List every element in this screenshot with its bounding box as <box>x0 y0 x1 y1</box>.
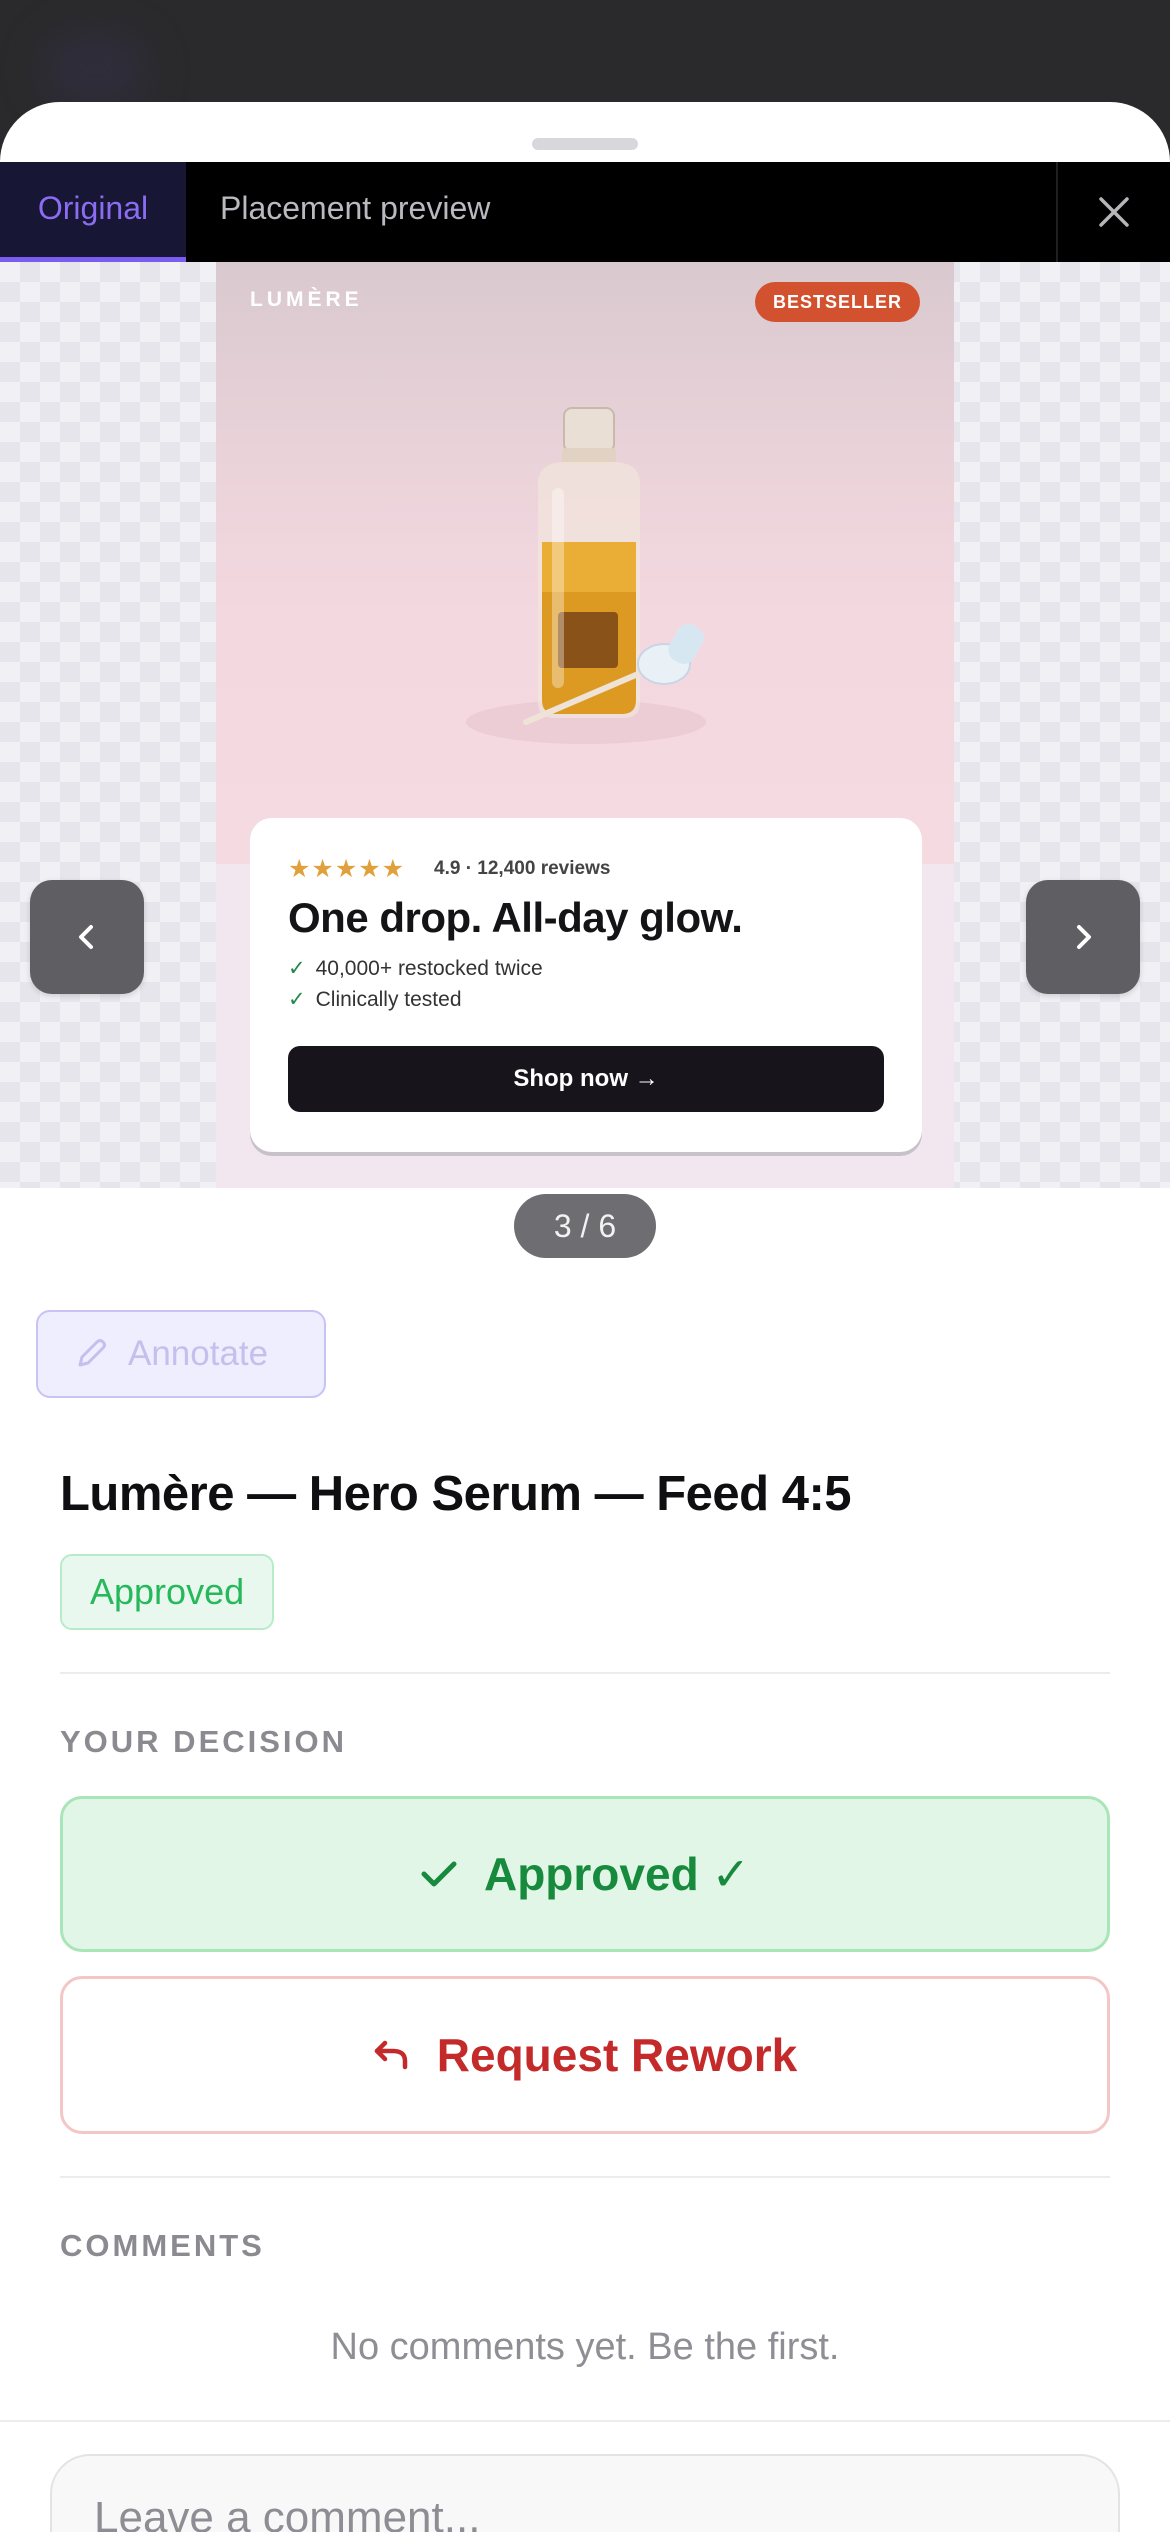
serum-bottle-image <box>466 407 706 744</box>
ad-bullet-text: 40,000+ restocked twice <box>315 957 543 980</box>
close-icon <box>1099 197 1129 227</box>
creative-stage: LUMÈRE BESTSELLER ★★★★★ 4.9 · 12,400 rev… <box>0 262 1170 1258</box>
chevron-left-icon <box>79 925 93 949</box>
rating-stars: ★★★★★ <box>288 855 406 883</box>
rating-text: 4.9 · 12,400 reviews <box>434 858 611 879</box>
ad-bullet: ✓ 40,000+ restocked twice <box>288 956 543 981</box>
ad-brand: LUMÈRE <box>250 288 363 311</box>
check-icon: ✓ <box>288 957 306 980</box>
backdrop-blur <box>40 30 150 110</box>
request-rework-button[interactable]: Request Rework <box>60 1976 1110 2134</box>
bestseller-badge: BESTSELLER <box>754 282 920 322</box>
ad-creative: LUMÈRE BESTSELLER ★★★★★ 4.9 · 12,400 rev… <box>216 262 954 1188</box>
slide-counter: 3 / 6 <box>514 1194 656 1258</box>
chevron-right-icon <box>1077 925 1091 949</box>
rework-label: Request Rework <box>436 2029 798 2081</box>
check-icon: ✓ <box>288 988 306 1011</box>
check-icon <box>421 1861 457 1887</box>
tab-placement-preview[interactable]: Placement preview <box>220 162 490 262</box>
annotate-button[interactable]: Annotate <box>36 1310 326 1398</box>
undo-arrow-icon <box>374 2040 408 2070</box>
previous-slide-button[interactable] <box>30 880 144 994</box>
tab-original-label: Original <box>37 190 149 226</box>
divider <box>60 1672 1110 1674</box>
product-photo: LUMÈRE BESTSELLER <box>216 262 954 864</box>
asset-title: Lumère — Hero Serum — Feed 4:5 <box>60 1467 852 1521</box>
next-slide-button[interactable] <box>1026 880 1140 994</box>
close-button[interactable] <box>1058 162 1170 262</box>
comments-section-label: COMMENTS <box>60 2228 265 2263</box>
approve-button[interactable]: Approved ✓ <box>60 1796 1110 1952</box>
ad-bullet-text: Clinically tested <box>315 988 462 1011</box>
approve-label: Approved ✓ <box>483 1848 750 1900</box>
comment-input[interactable] <box>50 2454 1120 2532</box>
annotate-label: Annotate <box>128 1334 269 1373</box>
decision-section-label: YOUR DECISION <box>60 1724 348 1759</box>
ad-bullet: ✓ Clinically tested <box>288 987 462 1012</box>
review-sheet: Original Placement preview LUMÈRE BESTSE… <box>0 102 1170 2532</box>
sheet-grabber[interactable] <box>532 138 638 150</box>
divider <box>0 2420 1170 2422</box>
empty-comments-text: No comments yet. Be the first. <box>330 2326 840 2368</box>
tab-original[interactable]: Original <box>0 162 186 262</box>
ad-info-card: ★★★★★ 4.9 · 12,400 reviews One drop. All… <box>250 818 922 1152</box>
divider <box>60 2176 1110 2178</box>
ad-cta-button: Shop now → <box>288 1046 884 1112</box>
view-tabbar: Original Placement preview <box>0 162 1170 262</box>
status-badge: Approved <box>60 1554 275 1630</box>
pencil-icon <box>78 1339 106 1367</box>
ad-headline: One drop. All-day glow. <box>288 894 743 941</box>
